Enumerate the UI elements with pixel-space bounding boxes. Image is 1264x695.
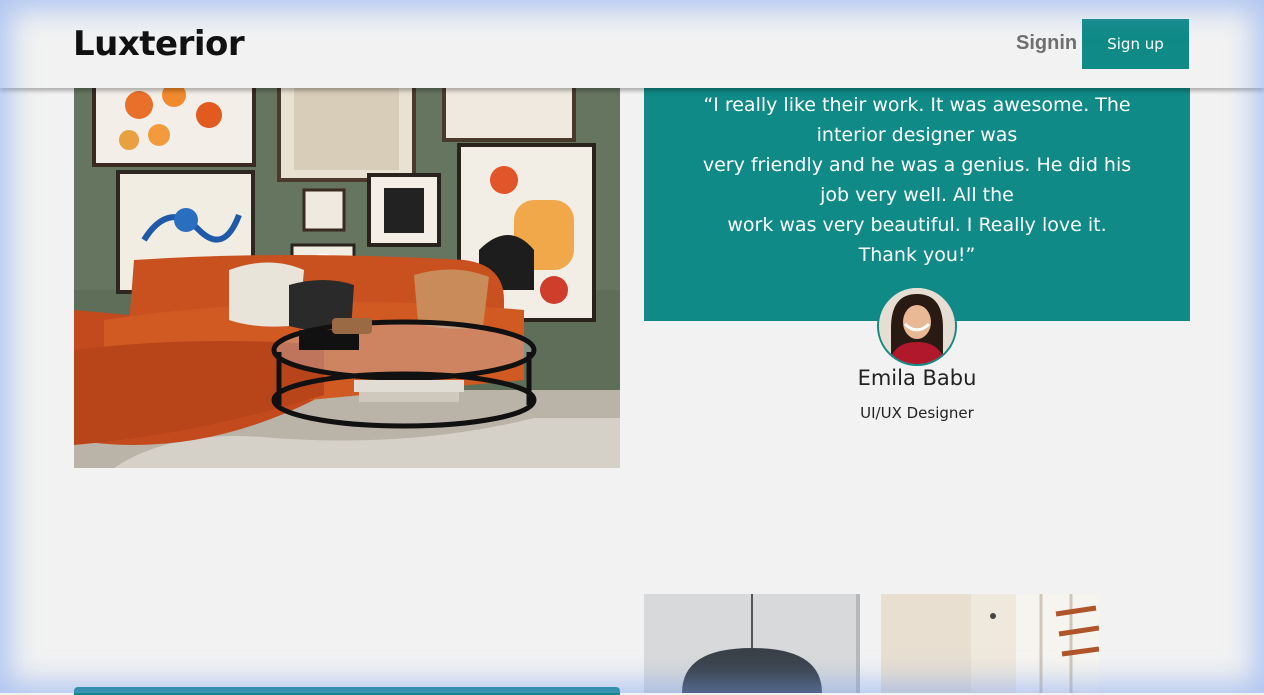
quote-line: Thank you!” bbox=[858, 244, 976, 266]
testimonial-quote: “I really like their work. It was awesom… bbox=[684, 90, 1150, 270]
pendant-lamp-photo bbox=[644, 594, 860, 693]
living-room-photo bbox=[74, 60, 620, 468]
quote-line: interior designer was bbox=[816, 124, 1018, 146]
quote-line: job very well. All the bbox=[820, 184, 1014, 206]
signin-link[interactable]: Signin bbox=[1016, 32, 1077, 55]
signup-button[interactable]: Sign up bbox=[1082, 19, 1189, 69]
quote-line: work was very beautiful. I Really love i… bbox=[727, 214, 1107, 236]
quote-line: very friendly and he was a genius. He di… bbox=[702, 154, 1132, 176]
reviewer-name: Emila Babu bbox=[857, 366, 977, 390]
quote-line: “I really like their work. It was awesom… bbox=[703, 94, 1131, 116]
reviewer-avatar bbox=[877, 286, 957, 366]
section-bar bbox=[74, 687, 620, 695]
brand-logo[interactable]: Luxterior bbox=[73, 24, 245, 64]
reviewer-role: UI/UX Designer bbox=[860, 404, 974, 422]
testimonial-card: “I really like their work. It was awesom… bbox=[644, 60, 1190, 321]
interior-room-photo bbox=[881, 594, 1099, 693]
site-header: Luxterior Signin Sign up bbox=[0, 0, 1264, 88]
